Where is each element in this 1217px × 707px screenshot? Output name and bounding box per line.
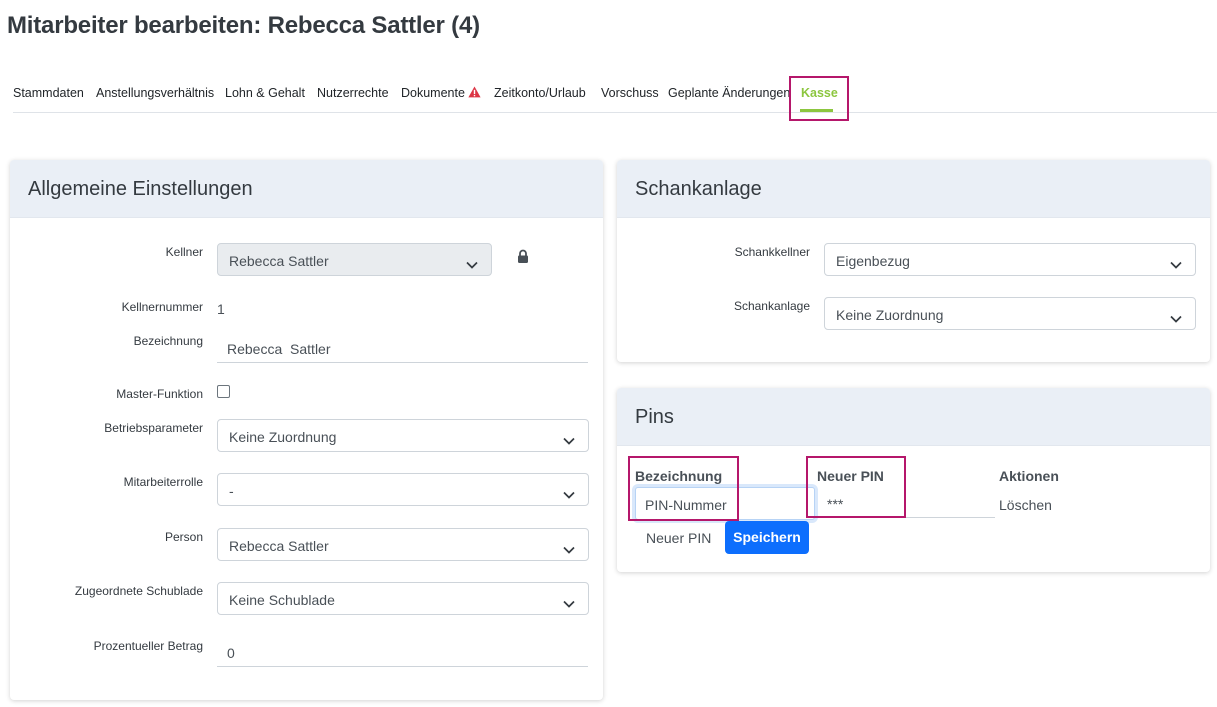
tab-kasse[interactable]: Kasse — [801, 86, 838, 100]
delete-pin-button[interactable]: Löschen — [999, 497, 1052, 513]
pin-name-input[interactable]: PIN-Nummer — [635, 487, 815, 520]
betriebsparameter-select[interactable]: Keine Zuordnung — [217, 419, 589, 452]
warning-icon — [468, 86, 481, 101]
column-header-bezeichnung: Bezeichnung — [635, 468, 723, 484]
kellnernummer-label: Kellnernummer — [121, 300, 203, 314]
tab-nutzerrechte[interactable]: Nutzerrechte — [317, 86, 389, 100]
pin-value-input[interactable]: *** — [817, 490, 995, 518]
chevron-down-icon — [563, 432, 575, 448]
mitarbeiterrolle-select[interactable]: - — [217, 473, 589, 506]
person-value: Rebecca Sattler — [229, 538, 329, 554]
tab-dokumente-label: Dokumente — [401, 86, 465, 100]
chevron-down-icon — [563, 541, 575, 557]
schankkellner-label: Schankkellner — [734, 245, 810, 259]
kellner-label: Kellner — [165, 245, 203, 259]
general-settings-title: Allgemeine Einstellungen — [10, 160, 603, 218]
chevron-down-icon — [563, 486, 575, 502]
tab-lohn-gehalt[interactable]: Lohn & Gehalt — [225, 86, 305, 100]
person-label: Person — [164, 530, 203, 544]
betriebsparameter-value: Keine Zuordnung — [229, 429, 337, 445]
lock-icon — [517, 249, 529, 269]
tab-zeitkonto-urlaub[interactable]: Zeitkonto/Urlaub — [494, 86, 586, 100]
save-button[interactable]: Speichern — [725, 521, 809, 554]
general-settings-card: Allgemeine Einstellungen Kellner Rebecca… — [10, 160, 603, 700]
kellner-value: Rebecca Sattler — [229, 253, 329, 269]
tab-vorschuss[interactable]: Vorschuss — [601, 86, 659, 100]
schankanlage-card: Schankanlage Schankkellner Eigenbezug Sc… — [617, 160, 1210, 362]
page-title: Mitarbeiter bearbeiten: Rebecca Sattler … — [7, 12, 480, 39]
schublade-label: Zugeordnete Schublade — [74, 584, 203, 598]
new-pin-button[interactable]: Neuer PIN — [646, 530, 711, 546]
schublade-select[interactable]: Keine Schublade — [217, 582, 589, 615]
column-header-aktionen: Aktionen — [999, 468, 1059, 484]
pins-title: Pins — [617, 388, 1210, 446]
chevron-down-icon — [1170, 310, 1182, 326]
kellnernummer-value: 1 — [217, 301, 225, 317]
betriebsparameter-label: Betriebsparameter — [104, 421, 203, 435]
tab-bar: Stammdaten Anstellungsverhältnis Lohn & … — [13, 78, 1217, 113]
column-header-neuer-pin: Neuer PIN — [817, 468, 884, 484]
bezeichnung-label: Bezeichnung — [133, 334, 203, 348]
bezeichnung-input[interactable]: Rebecca Sattler — [217, 335, 588, 363]
prozentueller-betrag-label: Prozentueller Betrag — [93, 639, 203, 653]
tab-geplante-aenderungen[interactable]: Geplante Änderungen — [668, 86, 790, 100]
chevron-down-icon — [1170, 256, 1182, 272]
schankanlage-select[interactable]: Keine Zuordnung — [824, 297, 1196, 330]
kellner-select: Rebecca Sattler — [217, 243, 492, 276]
mitarbeiterrolle-value: - — [229, 483, 234, 499]
schankanlage-value: Keine Zuordnung — [836, 307, 944, 323]
active-tab-indicator — [800, 109, 833, 112]
master-funktion-checkbox[interactable] — [217, 385, 230, 398]
tab-dokumente[interactable]: Dokumente — [401, 86, 481, 101]
schankkellner-value: Eigenbezug — [836, 253, 910, 269]
chevron-down-icon — [466, 256, 478, 272]
schankanlage-title: Schankanlage — [617, 160, 1210, 218]
schankanlage-label: Schankanlage — [733, 299, 810, 313]
schublade-value: Keine Schublade — [229, 592, 335, 608]
schankkellner-select[interactable]: Eigenbezug — [824, 243, 1196, 276]
tab-stammdaten[interactable]: Stammdaten — [13, 86, 84, 100]
prozentueller-betrag-input[interactable]: 0 — [217, 639, 588, 667]
tab-anstellungsverhaeltnis[interactable]: Anstellungsverhältnis — [96, 86, 214, 100]
mitarbeiterrolle-label: Mitarbeiterrolle — [123, 475, 203, 489]
pins-card: Pins Bezeichnung Neuer PIN Aktionen PIN-… — [617, 388, 1210, 572]
person-select[interactable]: Rebecca Sattler — [217, 528, 589, 561]
master-funktion-label: Master-Funktion — [116, 387, 203, 401]
tab-nutzerrechte-label: Nutzerrechte — [317, 86, 389, 100]
chevron-down-icon — [563, 595, 575, 611]
